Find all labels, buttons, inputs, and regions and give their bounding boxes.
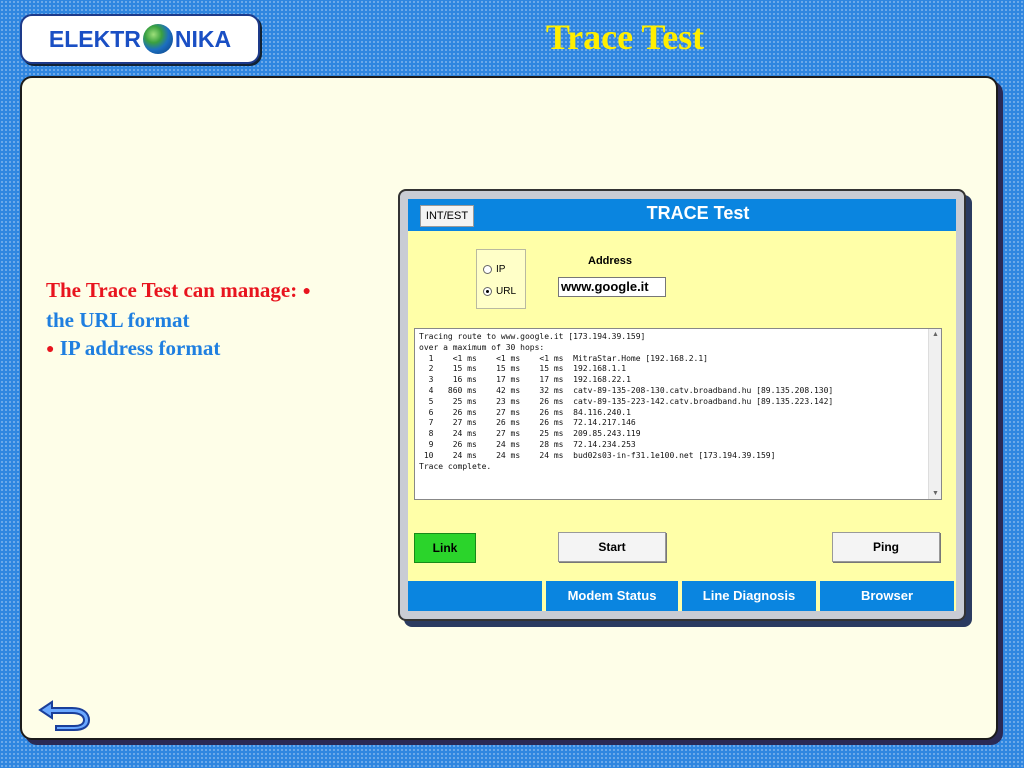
trace-test-body: INT/EST TRACE Test IP URL Address www.go… [408,199,956,611]
radio-ip-label: IP [496,264,506,275]
radio-ip-option[interactable]: IP [483,264,505,275]
bullet-icon: ● [302,284,311,300]
app-title: TRACE Test [646,203,750,223]
app-titlebar: INT/EST TRACE Test [408,199,956,231]
address-label: Address [588,255,633,267]
description: The Trace Test can manage: ● the URL for… [46,276,382,364]
int-est-button[interactable]: INT/EST [420,205,474,227]
trace-output[interactable]: Tracing route to www.google.it [173.194.… [414,328,942,500]
address-input[interactable]: www.google.it [558,277,666,297]
start-button[interactable]: Start [558,532,666,562]
radio-url[interactable] [483,287,492,296]
radio-url-option[interactable]: URL [483,286,516,297]
back-arrow-icon[interactable] [36,698,92,732]
description-intro: The Trace Test can manage: [46,278,298,302]
trace-output-text: Tracing route to www.google.it [173.194.… [419,332,834,471]
scroll-down-icon[interactable]: ▼ [932,490,939,497]
description-item-ip: IP address format [59,336,221,361]
tab-browser[interactable]: Browser [820,581,954,611]
tab-line-diagnosis[interactable]: Line Diagnosis [682,581,816,611]
page-title: Trace Test [545,17,705,57]
bullet-icon: ● [46,342,55,358]
radio-ip[interactable] [483,265,492,274]
output-scrollbar[interactable]: ▲ ▼ [928,329,941,499]
footer-nav: Modem Status Line Diagnosis Browser [408,581,956,611]
logo-text-right: NIKA [174,25,232,52]
globe-icon [142,24,173,54]
address-type-group: IP URL [476,249,526,309]
footer-tab-empty [408,581,542,611]
tab-modem-status[interactable]: Modem Status [546,581,678,611]
scroll-up-icon[interactable]: ▲ [932,331,939,338]
elektronika-logo: ELEKTR NIKA [20,14,260,64]
ping-button[interactable]: Ping [832,532,940,562]
logo-text-left: ELEKTR [48,25,141,52]
radio-url-label: URL [496,286,517,297]
trace-test-window: INT/EST TRACE Test IP URL Address www.go… [398,189,966,621]
link-button[interactable]: Link [414,533,476,563]
description-item-url: the URL format [46,308,190,333]
